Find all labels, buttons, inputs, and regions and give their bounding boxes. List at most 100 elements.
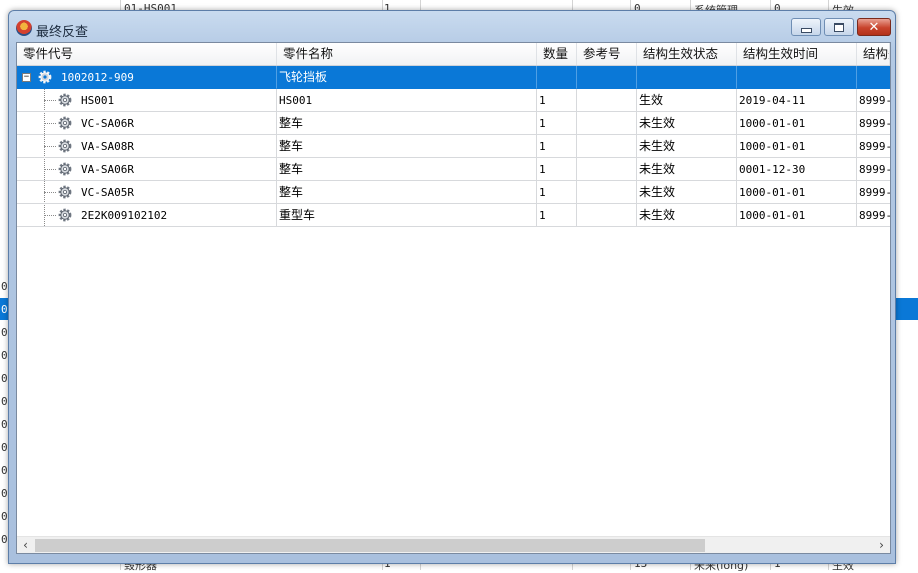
cell-quantity: 1 [537,181,577,204]
window-title: 最终反查 [36,25,89,40]
bg-row-mark: 0 [1,372,8,385]
tree-connector [44,169,56,170]
part-code-text: VA-SA08R [81,140,134,153]
cell-expiry-time: 8999- [857,135,890,158]
table-row[interactable]: 2E2K009102102 重型车 1 未生效 1000-01-01 8999- [17,204,890,227]
bg-row-mark: 0 [1,349,8,362]
gear-icon [58,139,72,153]
cell-reference [577,158,637,181]
cell-effective-time [737,66,857,89]
cell-quantity: 1 [537,89,577,112]
bg-row-mark: 0 [1,418,8,431]
table-row[interactable]: VC-SA06R 整车 1 未生效 1000-01-01 8999- [17,112,890,135]
tree-connector [44,192,56,193]
column-header-part-code[interactable]: 零件代号 [17,43,277,65]
gear-icon [58,93,72,107]
cell-part-code: VA-SA08R [17,135,277,158]
table-row[interactable]: HS001 HS001 1 生效 2019-04-11 8999- [17,89,890,112]
cell-expiry-time: 8999- [857,112,890,135]
gear-icon [58,185,72,199]
cell-part-name: 重型车 [277,204,537,227]
close-button[interactable]: ✕ [857,18,891,36]
cell-expiry-time [857,66,890,89]
maximize-button[interactable] [824,18,854,36]
tree-connector [44,100,56,101]
cell-reference [577,135,637,158]
bg-row-mark: 0 [1,441,8,454]
cell-status: 未生效 [637,181,737,204]
cell-reference [577,89,637,112]
tree-connector [44,215,56,216]
table-row-root[interactable]: − 1002012-909 飞轮挡板 [17,66,890,89]
grid-header: 零件代号 零件名称 数量 参考号 结构生效状态 结构生效时间 结构失 [17,43,890,66]
horizontal-scrollbar[interactable]: ‹ › [17,536,890,553]
cell-expiry-time: 8999- [857,181,890,204]
scroll-left-button[interactable]: ‹ [17,537,34,553]
close-icon: ✕ [868,19,880,35]
cell-part-name: 整车 [277,181,537,204]
part-code-text: 2E2K009102102 [81,209,168,222]
scroll-right-button[interactable]: › [873,537,890,553]
cell-effective-time: 1000-01-01 [737,112,857,135]
gear-icon [38,70,52,84]
table-row[interactable]: VA-SA06R 整车 1 未生效 0001-12-30 8999- [17,158,890,181]
title-bar[interactable]: 最终反查 ✕ [9,11,895,43]
cell-reference [577,66,637,89]
cell-status [637,66,737,89]
structure-tree-grid: 零件代号 零件名称 数量 参考号 结构生效状态 结构生效时间 结构失 − [17,43,890,536]
cell-quantity: 1 [537,135,577,158]
cell-reference [577,204,637,227]
cell-status: 未生效 [637,135,737,158]
cell-effective-time: 1000-01-01 [737,181,857,204]
tree-connector [44,123,56,124]
table-row[interactable]: VC-SA05R 整车 1 未生效 1000-01-01 8999- [17,181,890,204]
minimize-button[interactable] [791,18,821,36]
column-header-part-name[interactable]: 零件名称 [277,43,537,65]
cell-quantity [537,66,577,89]
bg-row-mark: 0 [1,464,8,477]
table-row[interactable]: VA-SA08R 整车 1 未生效 1000-01-01 8999- [17,135,890,158]
cell-part-code: HS001 [17,89,277,112]
cell-part-name: 整车 [277,135,537,158]
collapse-toggle[interactable]: − [22,73,31,82]
part-code-text: VC-SA05R [81,186,134,199]
part-code-text: VC-SA06R [81,117,134,130]
column-header-expiry-time[interactable]: 结构失 [857,43,890,65]
cell-part-code: VC-SA06R [17,112,277,135]
cell-quantity: 1 [537,204,577,227]
cell-effective-time: 1000-01-01 [737,135,857,158]
column-header-quantity[interactable]: 数量 [537,43,577,65]
column-header-status[interactable]: 结构生效状态 [637,43,737,65]
bg-row-mark: 0 [1,280,8,293]
minimize-icon [800,27,812,33]
bg-row-mark: 0 [1,326,8,339]
column-header-effective-time[interactable]: 结构生效时间 [737,43,857,65]
cell-expiry-time: 8999- [857,158,890,181]
part-code-text: HS001 [81,94,115,107]
cell-part-name: 飞轮挡板 [277,66,537,89]
scroll-thumb[interactable] [35,539,705,552]
column-header-reference[interactable]: 参考号 [577,43,637,65]
cell-quantity: 1 [537,158,577,181]
cell-status: 生效 [637,89,737,112]
bg-row-mark: 0 [1,533,8,546]
gear-icon [58,208,72,222]
part-code-text: VA-SA06R [81,163,134,176]
cell-expiry-time: 8999- [857,89,890,112]
cell-reference [577,181,637,204]
bg-row-mark: 0 [1,395,8,408]
cell-status: 未生效 [637,158,737,181]
gear-icon [58,116,72,130]
bg-row-mark: 0 [1,510,8,523]
cell-expiry-time: 8999- [857,204,890,227]
cell-effective-time: 0001-12-30 [737,158,857,181]
cell-reference [577,112,637,135]
bg-row-mark: 0 [1,487,8,500]
maximize-icon [834,22,844,32]
bg-row-mark: 0 [1,303,8,316]
cell-effective-time: 1000-01-01 [737,204,857,227]
cell-effective-time: 2019-04-11 [737,89,857,112]
reverse-lookup-dialog: 最终反查 ✕ 零件代号 零件名称 数量 参考号 结构生效状态 结构生效时间 结构… [8,10,896,564]
dialog-client-area: 零件代号 零件名称 数量 参考号 结构生效状态 结构生效时间 结构失 − [16,42,891,554]
cell-part-code: 2E2K009102102 [17,204,277,227]
